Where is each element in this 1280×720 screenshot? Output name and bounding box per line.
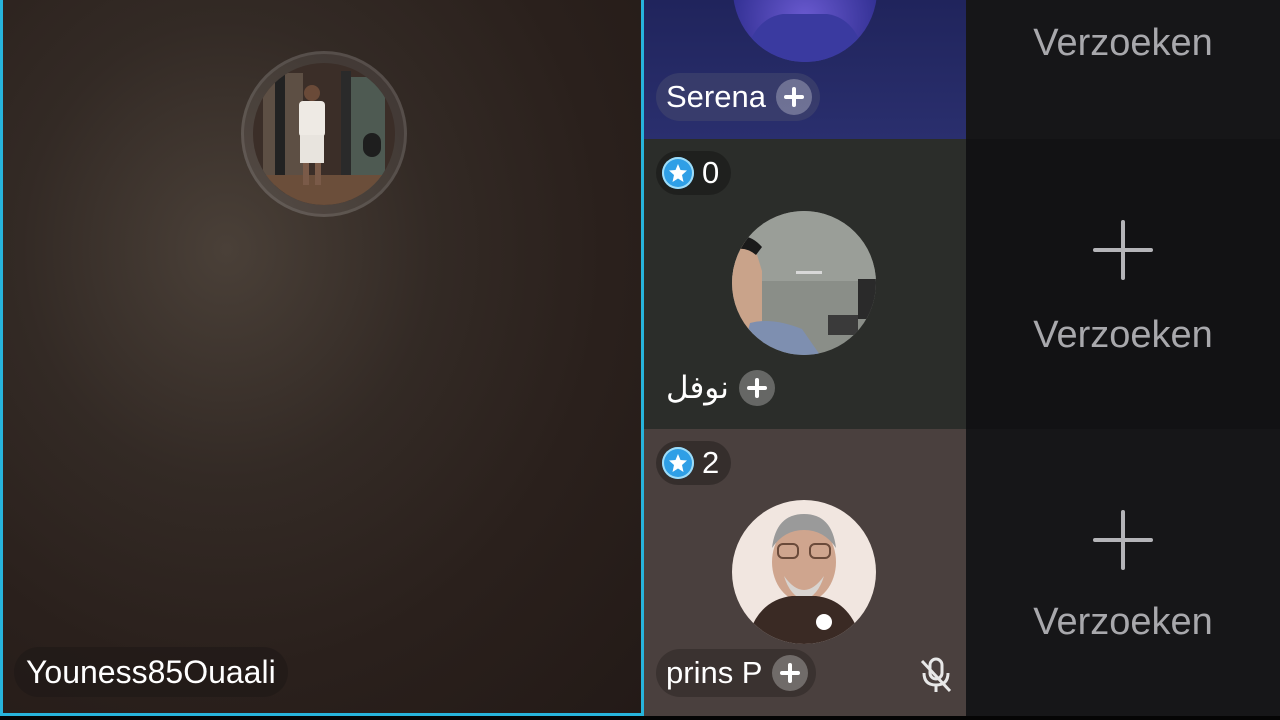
request-slot-2[interactable]: Verzoeken bbox=[966, 139, 1280, 429]
guest-avatar[interactable] bbox=[732, 211, 876, 355]
guest-tile-serena[interactable]: Serena bbox=[644, 0, 966, 139]
guest-name-pill: نوفل bbox=[656, 364, 783, 412]
mic-muted-icon bbox=[916, 655, 956, 695]
guest-name: نوفل bbox=[666, 370, 729, 406]
gem-icon bbox=[662, 447, 694, 479]
plus-icon[interactable] bbox=[1093, 220, 1153, 280]
host-avatar[interactable] bbox=[253, 63, 395, 205]
gift-score: 2 bbox=[702, 445, 720, 480]
guest-name-pill: prins P bbox=[656, 649, 817, 697]
request-label[interactable]: Verzoeken bbox=[966, 601, 1280, 644]
gift-score: 0 bbox=[702, 155, 720, 190]
gift-score-badge: 2 bbox=[656, 441, 732, 485]
follow-plus-icon[interactable] bbox=[738, 370, 775, 406]
request-label[interactable]: Verzoeken bbox=[966, 22, 1280, 65]
bottom-edge bbox=[0, 716, 1280, 720]
guest-name-pill: Serena bbox=[656, 73, 820, 121]
gift-score-badge: 0 bbox=[656, 151, 732, 195]
request-label[interactable]: Verzoeken bbox=[966, 314, 1280, 357]
guest-tile-prins-p[interactable]: 2 prins P bbox=[644, 429, 966, 716]
guest-tile-2[interactable]: 0 نوفل bbox=[644, 139, 966, 429]
guest-name: prins P bbox=[666, 655, 763, 690]
guest-avatar[interactable] bbox=[732, 500, 876, 644]
plus-icon[interactable] bbox=[1093, 510, 1153, 570]
request-slot-3[interactable]: Verzoeken bbox=[966, 429, 1280, 716]
guest-name: Serena bbox=[666, 79, 766, 114]
live-multi-guest-screen: Youness85Ouaali Serena 0 نوفل 2 prins P … bbox=[0, 0, 1280, 720]
host-name: Youness85Ouaali bbox=[14, 647, 288, 697]
host-panel[interactable]: Youness85Ouaali bbox=[0, 0, 644, 716]
gem-icon bbox=[662, 157, 694, 189]
follow-plus-icon[interactable] bbox=[775, 79, 812, 115]
guest-avatar[interactable] bbox=[733, 0, 877, 62]
request-slot-1[interactable]: Verzoeken bbox=[966, 0, 1280, 139]
follow-plus-icon[interactable] bbox=[772, 655, 809, 691]
